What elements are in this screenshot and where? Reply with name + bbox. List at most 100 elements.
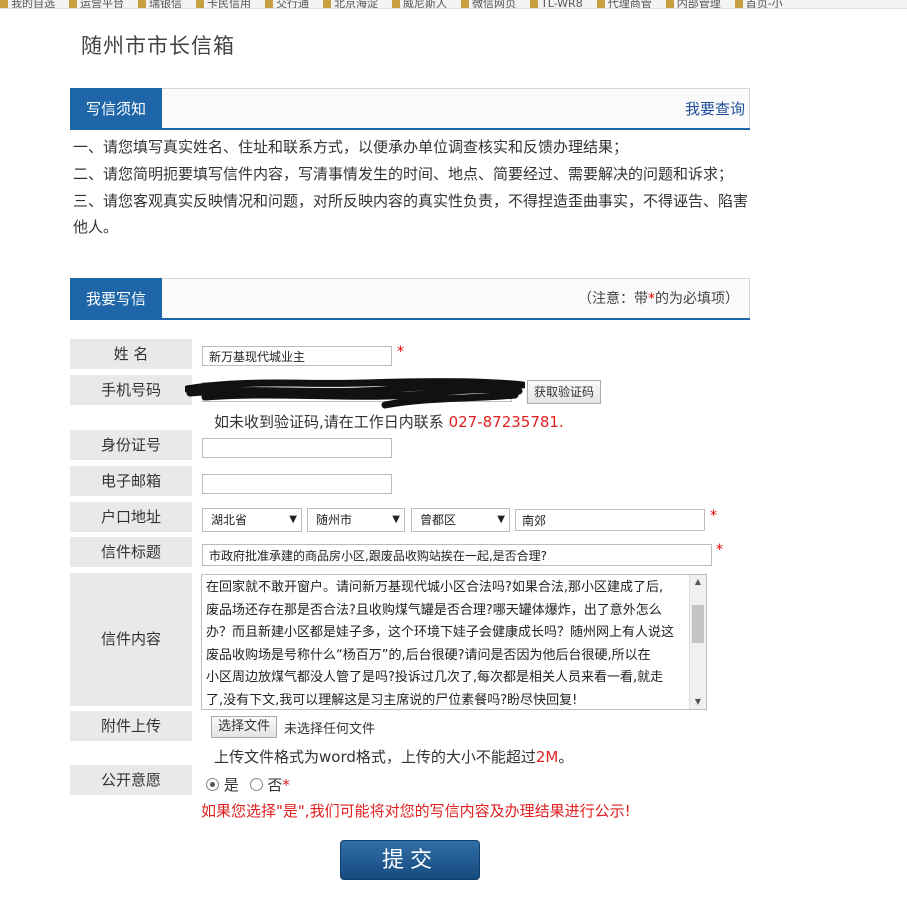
chevron-down-icon: ▼ <box>289 514 297 525</box>
name-required-mark: * <box>397 344 404 360</box>
bookmark-item[interactable]: 代理商管 <box>596 0 652 9</box>
verify-phone: 027-87235781. <box>448 413 564 431</box>
scroll-up-icon[interactable]: ▲ <box>690 575 706 589</box>
notice-item-1: 一、请您填写真实姓名、住址和联系方式，以便承办单位调查核实和反馈办理结果； <box>73 138 629 156</box>
write-tabbar: 我要写信 （注意：带*的为必填项） <box>70 278 750 320</box>
bookmark-label: TL-WR8 <box>541 0 583 9</box>
public-radio-group: 是 否* <box>206 774 290 795</box>
scroll-thumb[interactable] <box>692 605 704 643</box>
bookmark-icon <box>734 0 743 8</box>
file-status: 未选择任何文件 <box>284 722 376 737</box>
page-title: 随州市市长信箱 <box>81 34 235 58</box>
chevron-down-icon: ▼ <box>497 514 505 525</box>
bookmark-item[interactable]: 首页-小 <box>734 0 783 9</box>
content-line: 在回家就不敢开窗户。请问新万基现代城小区合法吗?如果合法,那小区建成了后, <box>206 580 664 595</box>
verify-hint-text: 如未收到验证码,请在工作日内联系 <box>214 413 444 431</box>
submit-button[interactable]: 提交 <box>340 840 480 880</box>
subject-required-mark: * <box>716 542 723 558</box>
choose-file-button[interactable]: 选择文件 <box>211 716 278 738</box>
content-line: 废品场还存在那是否合法?且收购煤气罐是否合理?哪天罐体爆炸，出了意外怎么 <box>206 602 662 618</box>
email-label: 电子邮箱 <box>70 466 192 496</box>
bookmark-item[interactable]: 我的自选 <box>0 0 55 8</box>
content-scrollbar[interactable]: ▲ ▼ <box>689 575 706 709</box>
public-yes-label: 是 <box>223 776 239 794</box>
bookmark-item[interactable]: 瑞银信 <box>138 0 182 8</box>
phone-label: 手机号码 <box>70 375 192 405</box>
bookmarks-bar: 我的自选 运营平台 瑞银信 卡民信用 交行通 北京海淀 威尼斯人 微信网页 TL-WR8 代理商管… <box>0 0 907 9</box>
bookmark-label: 代理商管 <box>607 0 652 9</box>
bookmark-item[interactable]: 威尼斯人 <box>392 0 447 8</box>
query-link[interactable]: 我要查询 <box>685 89 745 129</box>
content-textarea[interactable]: 在回家就不敢开窗户。请问新万基现代城小区合法吗?如果合法,那小区建成了后, 废品… <box>201 574 707 710</box>
address-detail-input[interactable]: 南郊 <box>515 509 705 531</box>
public-warning: 如果您选择"是",我们可能将对您的写信内容及办理结果进行公示! <box>201 802 631 820</box>
content-line: 了,没有下文,我可以理解这是习主席说的尸位素餐吗?盼尽快回复! <box>206 692 578 708</box>
redaction-scribble <box>185 378 525 409</box>
bookmark-item[interactable]: 交行通 <box>265 0 309 8</box>
notice-tabbar: 写信须知 我要查询 <box>70 88 750 130</box>
required-note-suffix: 的为必填项） <box>655 291 739 307</box>
content-line: 办？而且新建小区都是娃子多，这个环境下娃子会健康成长吗？随州网上有人说这 <box>206 625 675 640</box>
public-no-label: 否 <box>267 776 283 794</box>
notice-text: 一、请您填写真实姓名、住址和联系方式，以便承办单位调查核实和反馈办理结果； 二、… <box>73 134 749 241</box>
public-label: 公开意愿 <box>70 765 192 795</box>
bookmark-icon <box>323 0 331 8</box>
bookmark-label: 威尼斯人 <box>403 0 447 9</box>
public-required-mark: * <box>282 776 290 794</box>
bookmark-icon <box>138 0 146 8</box>
bookmark-icon <box>596 0 605 8</box>
bookmark-label: 内部管理 <box>676 0 721 9</box>
address-required-mark: * <box>710 508 717 524</box>
bookmark-label: 首页-小 <box>745 0 783 9</box>
content-text: 在回家就不敢开窗户。请问新万基现代城小区合法吗?如果合法,那小区建成了后, 废品… <box>206 577 690 709</box>
public-yes-radio[interactable] <box>206 778 219 791</box>
chevron-down-icon: ▼ <box>392 514 400 525</box>
public-no-radio[interactable] <box>249 778 263 791</box>
content-line: 小区周边放煤气都没人管了是吗?投诉过几次了,每次都是相关人员来看一看,就走 <box>206 670 664 685</box>
bookmark-icon <box>530 0 538 8</box>
province-select[interactable]: 湖北省 ▼ <box>202 508 302 532</box>
name-label: 姓 名 <box>70 339 192 369</box>
verify-hint: 如未收到验证码,请在工作日内联系 027-87235781. <box>214 411 564 432</box>
attach-hint: 上传文件格式为word格式，上传的大小不能超过2M。 <box>214 746 573 767</box>
bookmark-icon <box>69 0 77 8</box>
bookmark-icon <box>665 0 674 8</box>
scroll-down-icon[interactable]: ▼ <box>690 695 706 709</box>
required-note: （注意：带*的为必填项） <box>578 279 739 319</box>
address-label: 户口地址 <box>70 502 192 532</box>
id-input[interactable] <box>202 438 392 458</box>
email-input[interactable] <box>202 474 392 494</box>
bookmark-icon <box>461 0 469 8</box>
district-select[interactable]: 曾都区 ▼ <box>411 508 510 532</box>
bookmark-label: 微信网页 <box>472 0 516 9</box>
content-label: 信件内容 <box>70 573 192 706</box>
required-note-star: * <box>648 291 655 307</box>
bookmark-label: 运营平台 <box>80 0 124 9</box>
bookmark-label: 交行通 <box>276 0 309 9</box>
bookmark-icon <box>265 0 273 8</box>
bookmark-item[interactable]: 卡民信用 <box>196 0 251 8</box>
subject-input[interactable]: 市政府批准承建的商品房小区,跟废品收购站挨在一起,是否合理? <box>202 544 712 566</box>
notice-item-2: 二、请您简明扼要填写信件内容，写清事情发生的时间、地点、简要经过、需要解决的问题… <box>73 165 734 183</box>
bookmark-item[interactable]: 运营平台 <box>69 0 124 8</box>
id-label: 身份证号 <box>70 430 192 460</box>
get-verify-code-button[interactable]: 获取验证码 <box>527 380 602 404</box>
bookmark-item[interactable]: 北京海淀 <box>323 0 378 8</box>
tab-write[interactable]: 我要写信 <box>70 278 163 320</box>
bookmark-icon <box>392 0 400 8</box>
bookmark-label: 北京海淀 <box>334 0 378 9</box>
bookmark-item[interactable]: 内部管理 <box>665 0 721 9</box>
notice-item-3: 三、请您客观真实反映情况和问题，对所反映内容的真实性负责，不得捏造歪曲事实，不得… <box>73 192 749 236</box>
subject-label: 信件标题 <box>70 537 192 567</box>
tab-notice[interactable]: 写信须知 <box>70 88 163 130</box>
city-select[interactable]: 随州市 ▼ <box>307 508 405 532</box>
bookmark-item[interactable]: 微信网页 <box>461 0 516 8</box>
name-input[interactable]: 新万基现代城业主 <box>202 346 392 366</box>
bookmark-item[interactable]: TL-WR8 <box>530 0 583 8</box>
province-value: 湖北省 <box>211 513 248 527</box>
bookmark-label: 瑞银信 <box>149 0 182 9</box>
required-note-prefix: （注意：带 <box>578 291 648 307</box>
attach-label: 附件上传 <box>70 711 192 741</box>
attach-hint-end: 。 <box>558 748 574 766</box>
city-value: 随州市 <box>316 513 353 527</box>
